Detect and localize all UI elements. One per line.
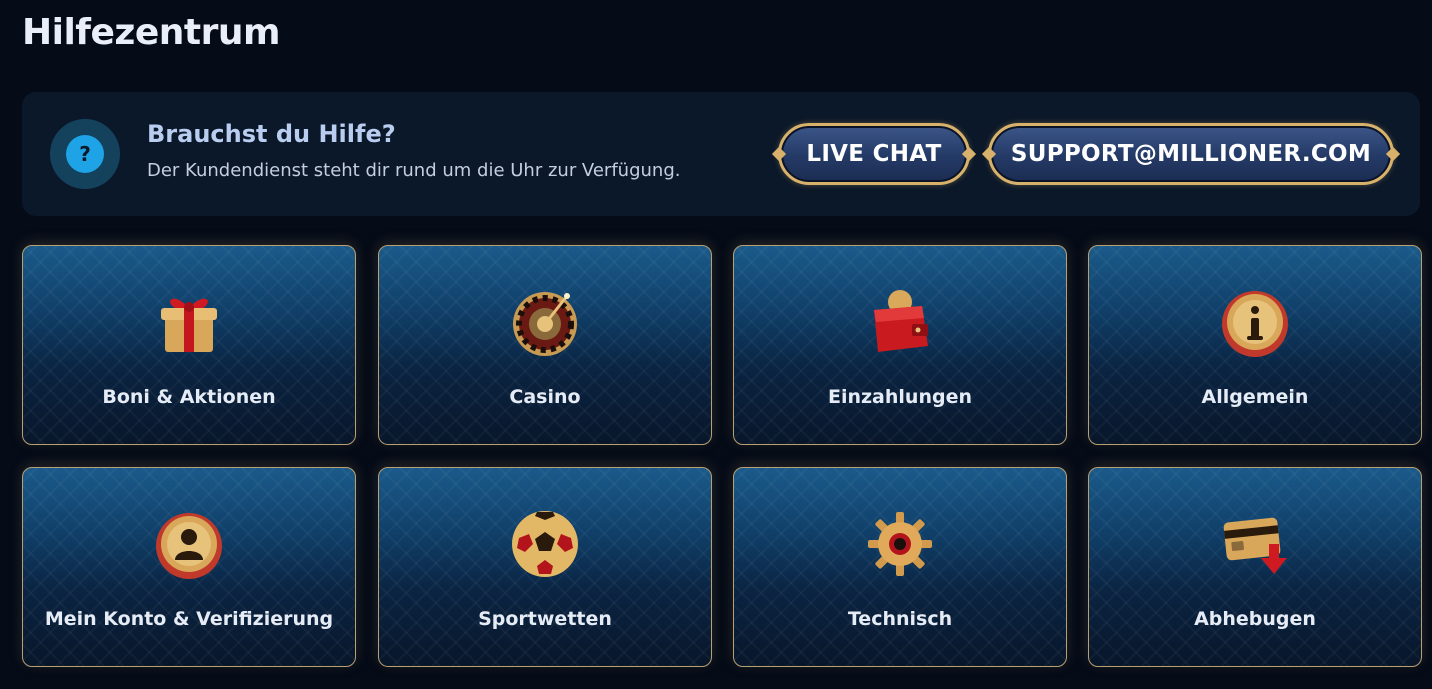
card-withdraw-icon	[1223, 517, 1287, 574]
live-chat-button[interactable]: LIVE CHAT	[771, 123, 977, 185]
page-title: Hilfezentrum	[22, 12, 281, 53]
category-label: Allgemein	[1201, 386, 1309, 408]
category-card-sportwetten[interactable]: Sportwetten	[378, 467, 712, 667]
category-label: Technisch	[847, 608, 953, 630]
category-card-einzahlungen[interactable]: Einzahlungen	[733, 245, 1067, 445]
info-icon	[1222, 291, 1288, 357]
category-card-abhebungen[interactable]: Abhebugen	[1088, 467, 1422, 667]
category-card-boni-aktionen[interactable]: Boni & Aktionen	[22, 245, 356, 445]
category-label: Abhebugen	[1194, 608, 1316, 630]
question-icon: ?	[50, 119, 120, 189]
category-label: Einzahlungen	[827, 386, 972, 408]
gear-icon	[868, 512, 932, 576]
help-title: Brauchst du Hilfe?	[147, 120, 396, 148]
category-label: Sportwetten	[478, 608, 612, 630]
category-card-mein-konto[interactable]: Mein Konto & Verifizierung	[22, 467, 356, 667]
user-icon	[156, 513, 222, 579]
category-card-allgemein[interactable]: Allgemein	[1088, 245, 1422, 445]
category-label: Casino	[509, 386, 581, 408]
support-email-button[interactable]: SUPPORT@MILLIONER.COM	[981, 123, 1401, 185]
football-icon	[512, 511, 578, 577]
live-chat-label: LIVE CHAT	[806, 141, 942, 167]
category-label: Mein Konto & Verifizierung	[44, 608, 334, 630]
support-email-label: SUPPORT@MILLIONER.COM	[1010, 141, 1372, 167]
help-banner: ? Brauchst du Hilfe? Der Kundendienst st…	[22, 92, 1420, 216]
gift-icon	[161, 298, 217, 352]
wallet-icon	[874, 290, 928, 352]
category-card-technisch[interactable]: Technisch	[733, 467, 1067, 667]
roulette-icon	[513, 292, 577, 356]
help-subtitle: Der Kundendienst steht dir rund um die U…	[147, 160, 681, 181]
category-card-casino[interactable]: Casino	[378, 245, 712, 445]
category-label: Boni & Aktionen	[102, 386, 276, 408]
